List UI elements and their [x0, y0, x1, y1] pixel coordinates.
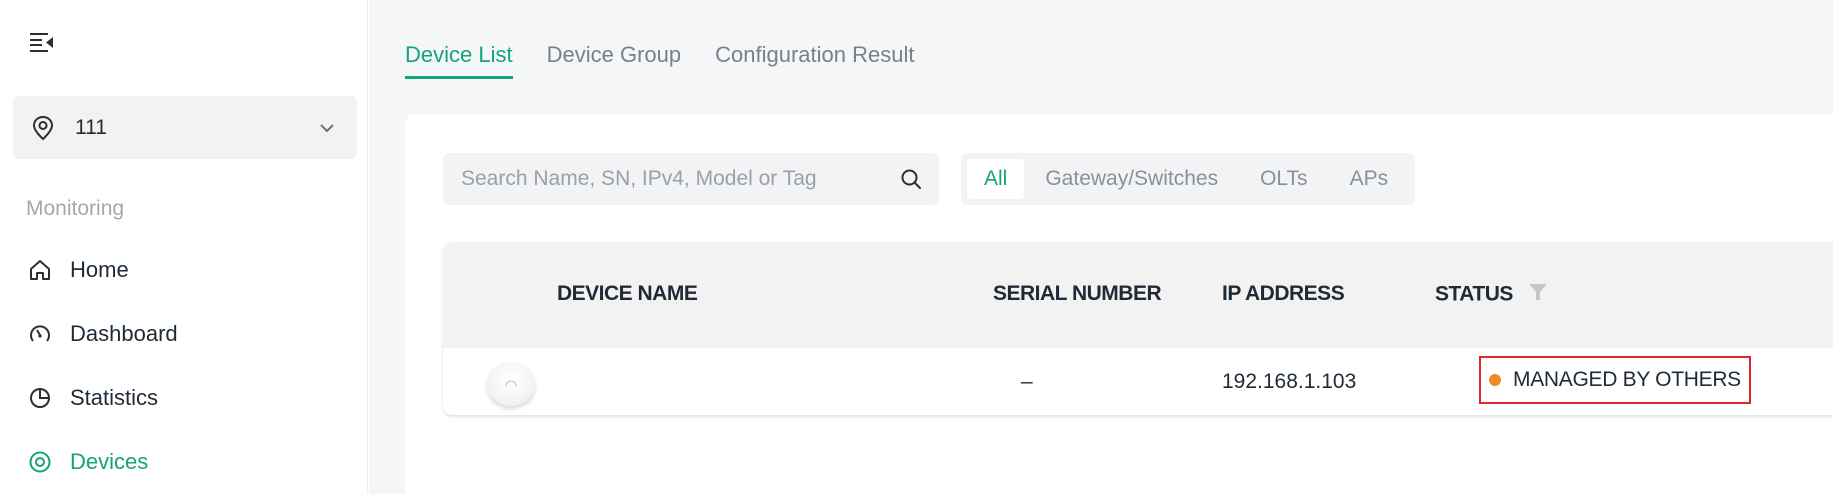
filter-all[interactable]: All: [967, 159, 1025, 199]
access-point-device-icon: [487, 362, 535, 406]
sidebar-item-label: Devices: [70, 449, 149, 474]
section-label-monitoring: Monitoring: [26, 197, 125, 220]
dashboard-icon: [26, 320, 54, 348]
filter-olts[interactable]: OLTs: [1239, 159, 1328, 199]
sidebar-item-label: Statistics: [70, 385, 159, 410]
column-header-serial-number[interactable]: SERIAL NUMBER: [993, 282, 1162, 306]
collapse-menu-icon[interactable]: [26, 28, 58, 56]
column-header-status: STATUS: [1435, 282, 1548, 308]
devices-icon: [26, 448, 54, 476]
filter-aps[interactable]: APs: [1329, 159, 1410, 199]
site-name: 111: [75, 115, 107, 139]
cell-ip-address: 192.168.1.103: [1222, 370, 1357, 393]
sidebar-item-home[interactable]: Home: [26, 250, 346, 290]
tab-configuration-result[interactable]: Configuration Result: [715, 42, 914, 79]
column-header-device-name[interactable]: DEVICE NAME: [557, 282, 698, 306]
search-icon[interactable]: [897, 165, 925, 193]
column-header-status-label: STATUS: [1435, 282, 1513, 306]
statistics-icon: [26, 384, 54, 412]
sidebar-item-label: Dashboard: [70, 321, 178, 346]
site-selector[interactable]: 111: [13, 96, 357, 159]
search-box: [443, 153, 939, 205]
home-icon: [26, 256, 54, 284]
cell-serial-number: –: [1021, 370, 1033, 393]
status-badge: MANAGED BY OTHERS: [1513, 368, 1741, 391]
device-type-filter: All Gateway/Switches OLTs APs: [961, 153, 1416, 205]
status-dot: [1489, 374, 1501, 386]
sidebar-item-label: Home: [70, 257, 129, 282]
sidebar-item-devices[interactable]: Devices: [26, 442, 346, 482]
column-header-ip-address[interactable]: IP ADDRESS: [1222, 282, 1345, 306]
chevron-down-icon: [317, 118, 337, 138]
status-highlight-box: MANAGED BY OTHERS: [1479, 356, 1751, 404]
search-input[interactable]: [461, 167, 897, 191]
tab-device-list[interactable]: Device List: [405, 42, 513, 79]
filter-gateway-switches[interactable]: Gateway/Switches: [1024, 159, 1239, 199]
table-header: DEVICE NAME SERIAL NUMBER IP ADDRESS STA…: [443, 242, 1833, 348]
sidebar: 111 Monitoring Home Dashboard Statistics…: [0, 0, 368, 494]
tab-bar: Device List Device Group Configuration R…: [405, 42, 948, 79]
sidebar-item-statistics[interactable]: Statistics: [26, 378, 346, 418]
device-list-card: All Gateway/Switches OLTs APs DEVICE NAM…: [405, 114, 1833, 494]
device-table: DEVICE NAME SERIAL NUMBER IP ADDRESS STA…: [443, 242, 1833, 415]
tab-device-group[interactable]: Device Group: [547, 42, 682, 79]
filter-funnel-icon[interactable]: [1528, 282, 1548, 308]
main-content: Device List Device Group Configuration R…: [369, 0, 1833, 494]
location-pin-icon: [29, 114, 57, 142]
sidebar-item-dashboard[interactable]: Dashboard: [26, 314, 346, 354]
table-row[interactable]: – 192.168.1.103 MANAGED BY OTHERS: [443, 348, 1833, 415]
